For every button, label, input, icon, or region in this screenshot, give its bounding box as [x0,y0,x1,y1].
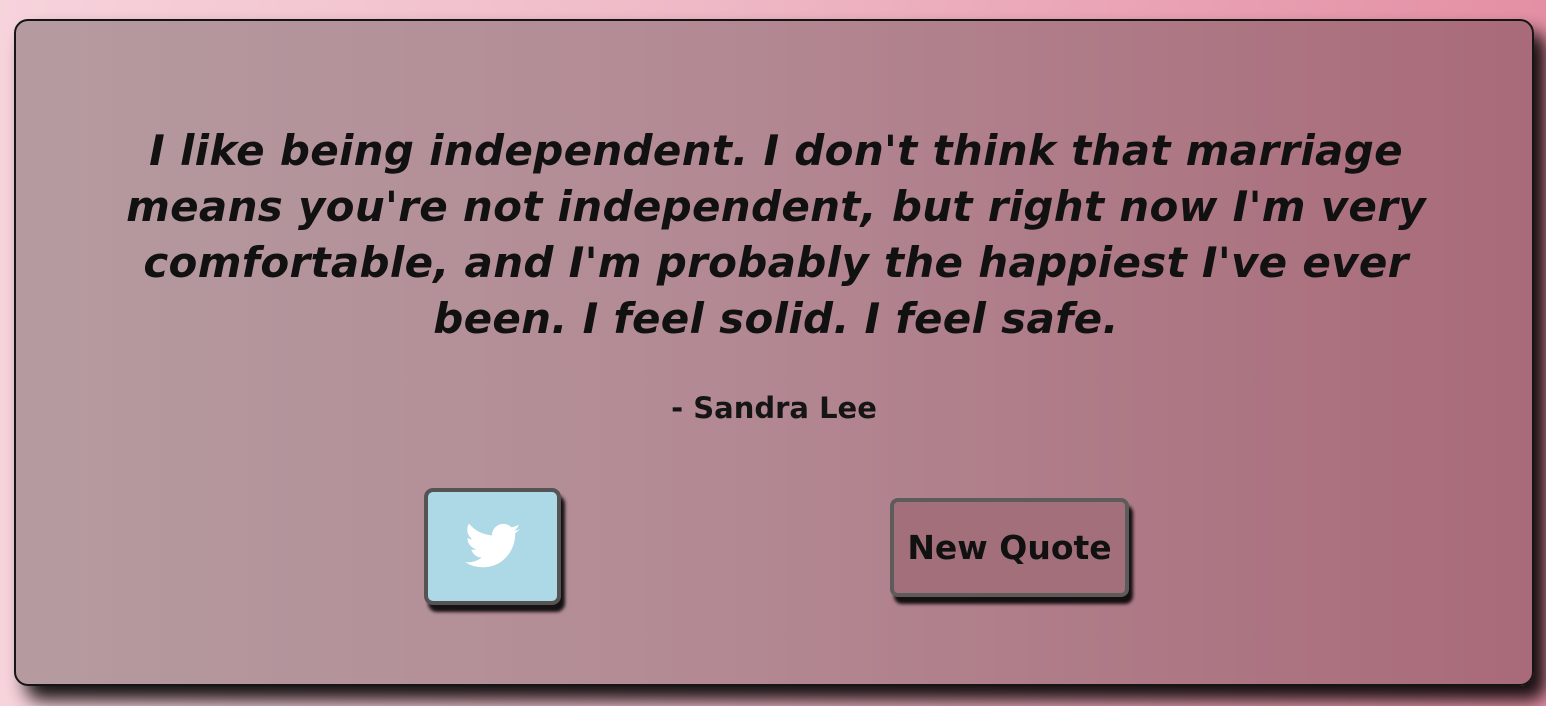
twitter-icon [464,523,520,567]
quote-author: - Sandra Lee [671,391,877,425]
new-quote-button[interactable]: New Quote [890,498,1129,597]
tweet-quote-button[interactable] [424,488,561,605]
quote-text: I like being independent. I don't think … [126,126,1426,343]
quote-card: I like being independent. I don't think … [14,19,1534,686]
